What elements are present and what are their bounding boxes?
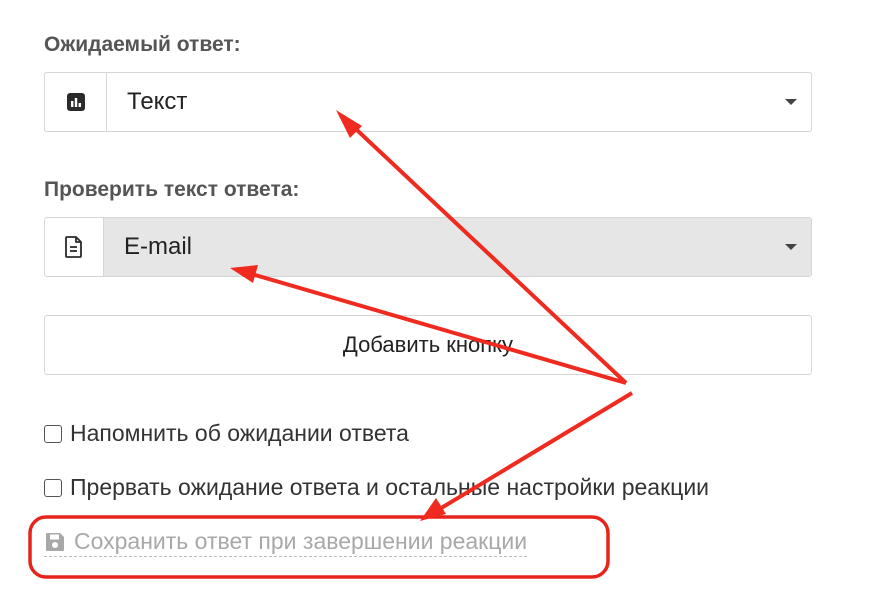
document-icon [65, 236, 82, 258]
interrupt-waiting-checkbox-row[interactable]: Прервать ожидание ответа и остальные нас… [44, 474, 709, 501]
check-answer-text-value-text: E-mail [124, 233, 193, 260]
expected-answer-addon [45, 73, 107, 131]
save-answer-label: Сохранить ответ при завершении реакции [74, 528, 528, 554]
expected-answer-value-text: Текст [127, 88, 188, 115]
remind-waiting-label: Напомнить об ожидании ответа [70, 420, 409, 446]
interrupt-waiting-checkbox[interactable] [44, 478, 62, 497]
check-answer-text-select[interactable]: E-mail [44, 217, 812, 277]
reaction-settings-form: Ожидаемый ответ: Текст Проверить текст о… [0, 0, 874, 590]
expected-answer-label: Ожидаемый ответ: [44, 33, 241, 56]
check-answer-text-value[interactable]: E-mail [104, 218, 811, 276]
floppy-disk-icon [44, 531, 66, 553]
chevron-down-icon [785, 244, 797, 250]
chevron-down-icon [785, 99, 797, 105]
check-answer-text-addon [45, 218, 104, 276]
remind-waiting-checkbox[interactable] [44, 424, 62, 443]
save-answer-link[interactable]: Сохранить ответ при завершении реакции [44, 528, 528, 557]
bar-chart-icon [66, 93, 85, 111]
check-answer-text-label: Проверить текст ответа: [44, 178, 300, 201]
arrowhead-save-link [420, 498, 446, 521]
expected-answer-value[interactable]: Текст [107, 73, 811, 131]
expected-answer-select[interactable]: Текст [44, 72, 812, 132]
remind-waiting-checkbox-row[interactable]: Напомнить об ожидании ответа [44, 420, 409, 447]
interrupt-waiting-label: Прервать ожидание ответа и остальные нас… [70, 474, 710, 500]
add-button-button[interactable]: Добавить кнопку [44, 315, 812, 375]
